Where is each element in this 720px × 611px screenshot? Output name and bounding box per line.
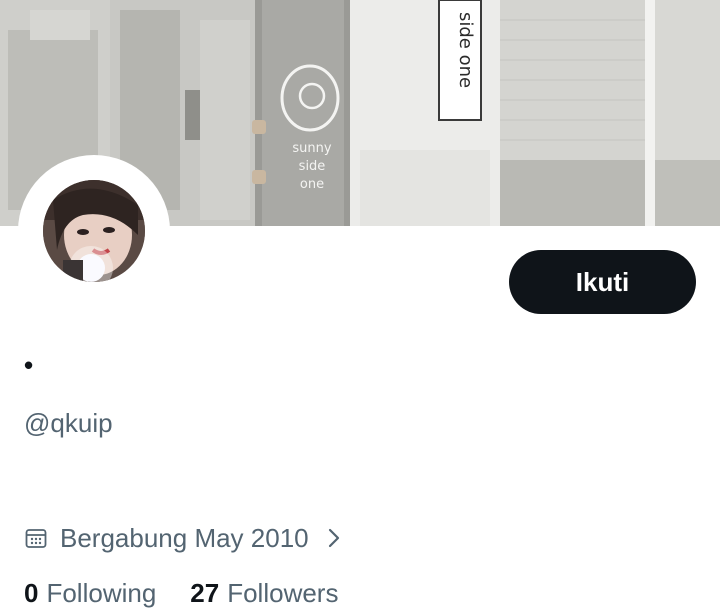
user-handle: @qkuip [24, 408, 113, 438]
followers-link[interactable]: 27 Followers [190, 578, 338, 609]
joined-date[interactable]: Bergabung May 2010 [24, 520, 343, 556]
avatar[interactable] [43, 180, 145, 282]
following-label: Following [46, 578, 157, 608]
door-text-3: one [300, 177, 324, 192]
joined-text: Bergabung May 2010 [60, 522, 309, 553]
following-link[interactable]: 0 Following [24, 578, 156, 609]
chevron-right-icon [328, 528, 339, 548]
avatar-image [43, 180, 145, 282]
door-text-2: side [299, 159, 326, 174]
followers-count: 27 [190, 578, 220, 608]
sign-text: side one [455, 12, 476, 88]
followers-label: Followers [227, 578, 339, 608]
display-name: • [24, 350, 34, 380]
follow-stats: 0 Following 27 Followers [24, 578, 372, 609]
door-text-1: sunny [292, 141, 331, 156]
follow-button[interactable]: Ikuti [509, 250, 696, 314]
following-count: 0 [24, 578, 39, 608]
calendar-icon [25, 529, 47, 548]
